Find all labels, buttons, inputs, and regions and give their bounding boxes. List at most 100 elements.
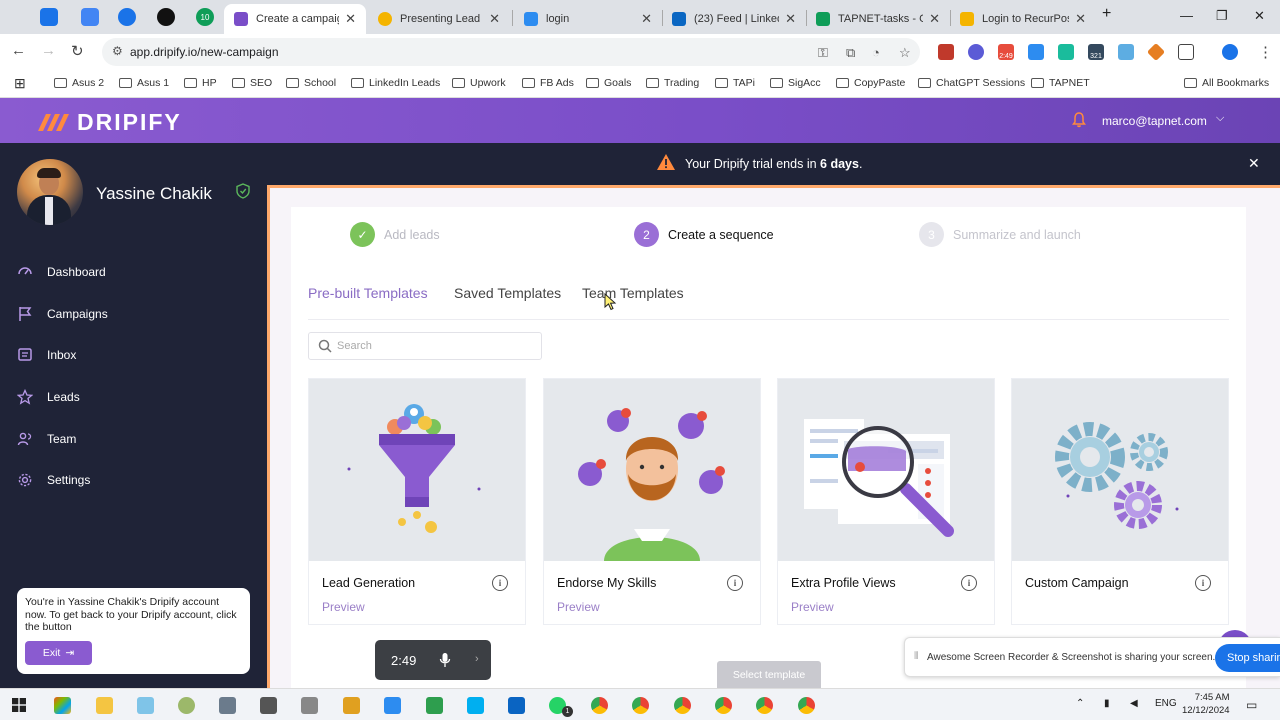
menu-kebab-icon[interactable]: ⋮ (1258, 43, 1273, 61)
chrome-icon[interactable] (632, 697, 649, 714)
bookmark-folder[interactable]: SigAcc (770, 77, 821, 89)
tab-create-campaign[interactable]: Create a campaign ✕ (224, 4, 366, 34)
search-input[interactable] (337, 333, 537, 359)
bookmark-star-icon[interactable]: ☆ (899, 45, 911, 61)
bookmark-folder[interactable]: Asus 2 (54, 77, 104, 89)
tab-pre-built-templates[interactable]: Pre-built Templates (308, 285, 428, 301)
notification-bell-icon[interactable] (1072, 112, 1086, 128)
preview-link[interactable]: Preview (791, 600, 834, 614)
chrome-icon[interactable] (756, 697, 773, 714)
chrome-icon[interactable] (798, 697, 815, 714)
template-card-endorse-skills[interactable]: Endorse My Skills i Preview (543, 378, 761, 625)
close-banner-icon[interactable]: ✕ (1248, 155, 1260, 172)
zoom-icon[interactable] (384, 697, 401, 714)
new-tab-icon[interactable]: + (1102, 5, 1111, 23)
user-email[interactable]: marco@tapnet.com (1102, 114, 1207, 128)
tray-chevron-icon[interactable]: ⌃ (1076, 698, 1084, 709)
calculator-icon[interactable] (219, 697, 236, 714)
sidebar-item-campaigns[interactable]: Campaigns (17, 302, 247, 326)
bookmark-folder[interactable]: SEO (232, 77, 272, 89)
notepad-icon[interactable] (137, 697, 154, 714)
template-search[interactable] (308, 332, 542, 360)
chrome-icon[interactable] (591, 697, 608, 714)
bookmark-folder[interactable]: Trading (646, 77, 699, 89)
reload-icon[interactable]: ↻ (71, 42, 84, 60)
close-tab-icon[interactable]: ✕ (489, 11, 500, 27)
info-icon[interactable]: i (961, 575, 977, 591)
close-tab-icon[interactable]: ✕ (929, 11, 940, 27)
snip-tool-icon[interactable] (178, 697, 195, 714)
chrome-icon[interactable] (715, 697, 732, 714)
pinned-tab-docs-icon[interactable] (81, 8, 99, 26)
extensions-puzzle-icon[interactable] (1178, 44, 1194, 60)
drag-handle-icon[interactable]: ⦀ (914, 651, 918, 662)
extension-s-icon[interactable] (1058, 44, 1074, 60)
pinned-tab-openai-icon[interactable] (157, 8, 175, 26)
all-bookmarks[interactable]: All Bookmarks (1184, 77, 1269, 89)
speaker-icon[interactable]: ◀ (1130, 698, 1138, 709)
profile-avatar-icon[interactable] (1222, 44, 1238, 60)
close-tab-icon[interactable]: ✕ (1075, 11, 1086, 27)
password-key-icon[interactable]: ⚿ (818, 45, 828, 61)
bookmark-folder[interactable]: TAPi (715, 77, 755, 89)
template-card-lead-generation[interactable]: Lead Generation i Preview (308, 378, 526, 625)
extension-gear-icon[interactable] (968, 44, 984, 60)
tab-login[interactable]: login ✕ (514, 4, 662, 34)
template-card-custom-campaign[interactable]: Custom Campaign i (1011, 378, 1229, 625)
preview-link[interactable]: Preview (557, 600, 600, 614)
chevron-right-icon[interactable]: › (475, 653, 479, 665)
pinned-tab-badge-icon[interactable]: 10 (196, 8, 214, 26)
chrome-icon[interactable] (674, 697, 691, 714)
dripify-logo[interactable]: DRIPIFY (38, 109, 182, 136)
pinned-tab-icon[interactable] (40, 8, 58, 26)
system-clock[interactable]: 7:45 AM 12/12/2024 (1182, 692, 1230, 717)
extension-image-icon[interactable] (1118, 44, 1134, 60)
skype-icon[interactable] (467, 697, 484, 714)
notifications-icon[interactable]: ▭ (1246, 698, 1257, 712)
bookmark-folder[interactable]: ChatGPT Sessions (918, 77, 1025, 89)
bookmark-folder[interactable]: School (286, 77, 336, 89)
tab-recurpost[interactable]: Login to RecurPost ✕ (950, 4, 1096, 34)
step-add-leads[interactable]: ✓ Add leads (350, 222, 440, 247)
bookmark-folder[interactable]: TAPNET (1031, 77, 1090, 89)
forward-icon[interactable]: → (41, 42, 56, 59)
restore-icon[interactable]: ❐ (1216, 8, 1228, 24)
info-icon[interactable]: i (1195, 575, 1211, 591)
sidebar-item-inbox[interactable]: Inbox (17, 343, 247, 367)
close-tab-icon[interactable]: ✕ (785, 11, 796, 27)
site-info-icon[interactable]: ⚙ (112, 44, 123, 58)
id-app-icon[interactable] (260, 697, 277, 714)
copilot-icon[interactable] (54, 697, 71, 714)
extension-red-icon[interactable] (938, 44, 954, 60)
recorder-widget[interactable]: 2:49 › (375, 640, 491, 680)
install-app-icon[interactable]: ⧉ (846, 45, 855, 61)
image-app-icon[interactable] (343, 697, 360, 714)
tab-tapnet-tasks[interactable]: TAPNET-tasks - Go ✕ (806, 4, 950, 34)
pinned-tab-chat-icon[interactable] (118, 8, 136, 26)
close-tab-icon[interactable]: ✕ (345, 11, 356, 27)
bookmark-folder[interactable]: Upwork (452, 77, 506, 89)
extension-orange-icon[interactable] (1146, 42, 1166, 62)
bookmark-folder[interactable]: FB Ads (522, 77, 574, 89)
back-icon[interactable]: ← (11, 42, 26, 59)
exit-button[interactable]: Exit ⇥ (25, 641, 92, 665)
address-bar[interactable]: ⚙ app.dripify.io/new-campaign ⚿ ⧉ ◔ ☆ (102, 38, 920, 66)
performance-icon[interactable]: ◔ (872, 45, 880, 60)
sidebar-item-settings[interactable]: Settings (17, 468, 247, 492)
tab-saved-templates[interactable]: Saved Templates (454, 285, 561, 301)
info-icon[interactable]: i (727, 575, 743, 591)
chevron-down-icon[interactable]: ⌵ (1216, 112, 1224, 125)
info-icon[interactable]: i (492, 575, 508, 591)
windows-start-icon[interactable] (12, 698, 26, 712)
step-summarize-launch[interactable]: 3 Summarize and launch (919, 222, 1081, 247)
usb-tray-icon[interactable]: ▮ (1104, 698, 1110, 709)
bookmark-folder[interactable]: Goals (586, 77, 631, 89)
bookmark-folder[interactable]: CopyPaste (836, 77, 905, 89)
step-create-sequence[interactable]: 2 Create a sequence (634, 222, 774, 247)
bookmark-folder[interactable]: HP (184, 77, 217, 89)
maps-icon[interactable] (426, 697, 443, 714)
tab-team-templates[interactable]: Team Templates (582, 285, 684, 301)
outlook-icon[interactable] (508, 697, 525, 714)
minimize-icon[interactable]: — (1180, 8, 1193, 23)
tab-presenting-lead[interactable]: Presenting Lead Ge ✕ (368, 4, 510, 34)
